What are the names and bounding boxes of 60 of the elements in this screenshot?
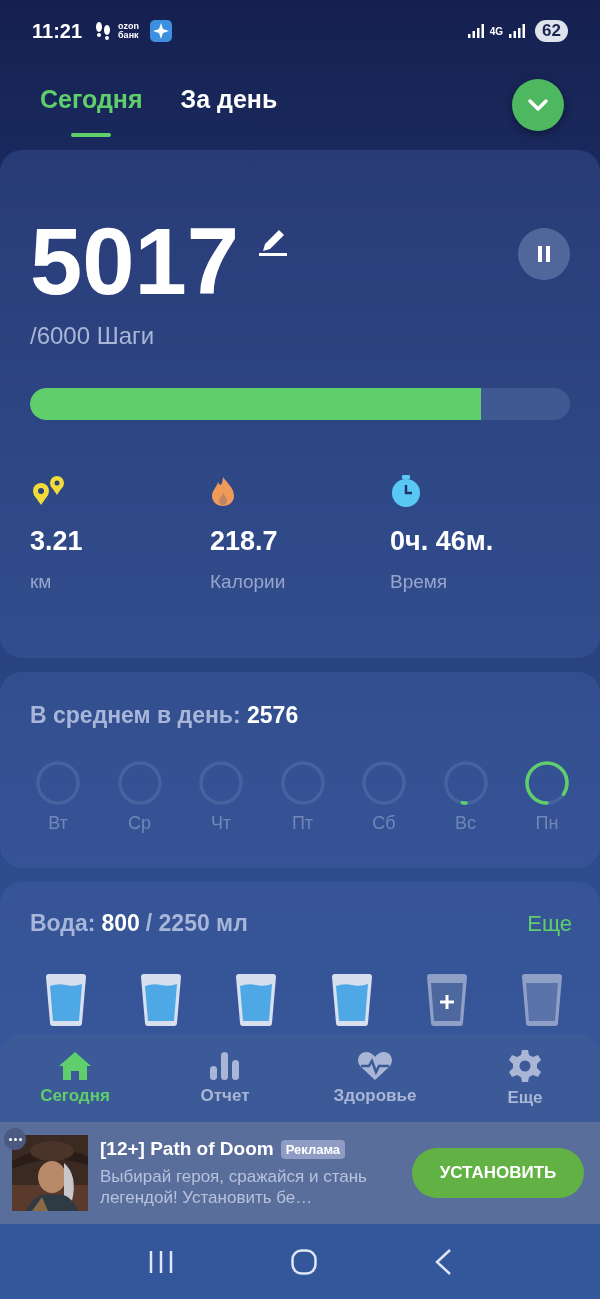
heart-pulse-icon xyxy=(357,1050,393,1081)
more-link[interactable]: Еще xyxy=(527,911,572,937)
compass-app-icon xyxy=(150,20,173,42)
battery-level: 62 xyxy=(535,20,568,42)
stat-label: Время xyxy=(390,571,448,593)
day-label: Чт xyxy=(210,813,232,834)
network-label: 4G xyxy=(489,25,504,37)
average-label: В среднем в день: xyxy=(30,702,241,728)
back-icon[interactable] xyxy=(433,1247,452,1276)
home-icon[interactable] xyxy=(291,1248,317,1275)
tab[interactable]: Сегодня xyxy=(40,73,143,137)
day-label: Пт xyxy=(291,813,314,834)
pause-button[interactable] xyxy=(518,228,570,280)
progress-ring xyxy=(441,759,490,807)
nav-item[interactable]: Здоровье xyxy=(310,1049,440,1107)
step-goal: /6000 Шаги xyxy=(30,322,156,350)
pause-icon xyxy=(536,245,552,263)
tab[interactable]: За день xyxy=(180,73,278,137)
settings-icon xyxy=(508,1048,542,1083)
day-label: Вт xyxy=(48,813,68,834)
footprints-icon xyxy=(94,21,113,41)
signal-icon xyxy=(467,24,484,38)
ad-title: [12+] Path of Doom xyxy=(100,1138,274,1160)
dropdown-button[interactable] xyxy=(512,79,564,131)
add-glass-icon[interactable] xyxy=(424,973,469,1027)
bank-label: ozon банк xyxy=(118,22,141,40)
signal-icon xyxy=(509,24,526,38)
water-label: Вода: xyxy=(30,910,96,937)
day-label: Пн xyxy=(535,813,559,834)
progress-ring xyxy=(523,759,571,807)
water-glass-icon[interactable] xyxy=(44,973,88,1027)
stat-value: 218.7 xyxy=(210,526,278,557)
recent-apps-icon[interactable] xyxy=(148,1249,175,1274)
home-icon xyxy=(58,1050,92,1081)
day-label: Сб xyxy=(372,813,396,834)
chevron-down-icon xyxy=(527,98,549,112)
step-count: 5017 xyxy=(30,212,240,312)
nav-item[interactable]: Отчет xyxy=(160,1049,290,1107)
day-label: Вс xyxy=(455,813,476,834)
install-button[interactable]: УСТАНОВИТЬ xyxy=(412,1148,584,1198)
day-label: Ср xyxy=(128,813,151,834)
water-glass-icon[interactable] xyxy=(139,973,184,1027)
stat-value: 0ч. 46м. xyxy=(390,526,494,557)
ad-description: Выбирай героя, сражайся и стань легендой! Установить бе… xyxy=(100,1166,368,1208)
stat-value: 3.21 xyxy=(30,526,83,557)
empty-glass-icon xyxy=(519,973,564,1027)
stat-label: Калории xyxy=(210,571,286,593)
average-value: 2576 xyxy=(247,702,299,728)
options-icon[interactable] xyxy=(4,1128,26,1150)
water-glass-icon[interactable] xyxy=(329,973,374,1027)
bar-chart-icon xyxy=(208,1050,242,1081)
status-time: 11:21 xyxy=(32,19,83,43)
stopwatch-icon xyxy=(390,474,422,508)
stat-label: км xyxy=(30,571,52,593)
water-amount: 800 xyxy=(101,910,140,937)
ad-badge: Реклама xyxy=(280,1139,346,1159)
water-glass-icon[interactable] xyxy=(234,973,279,1027)
nav-item[interactable]: Еще xyxy=(460,1047,590,1109)
water-goal: / 2250 мл xyxy=(145,910,248,937)
nav-item[interactable]: Сегодня xyxy=(10,1049,140,1107)
